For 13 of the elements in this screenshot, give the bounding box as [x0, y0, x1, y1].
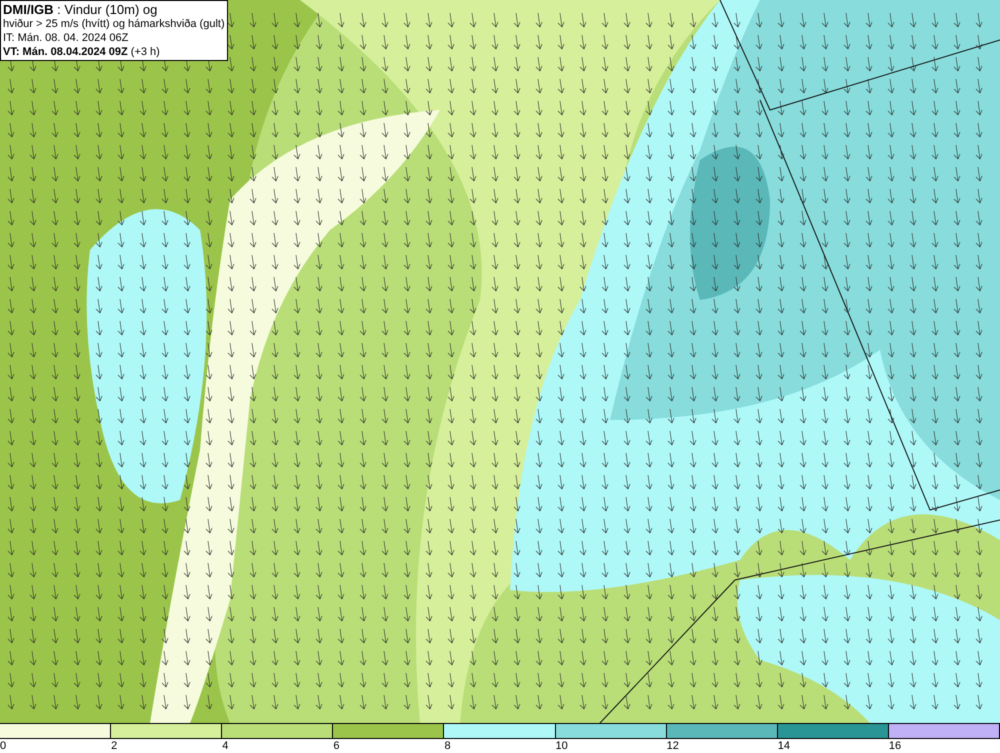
legend-label: 14: [778, 740, 790, 752]
legend-label: 0: [0, 740, 6, 752]
info-text: DMI/IGB : Vindur (10m) og: [3, 2, 158, 17]
legend-label: 2: [111, 740, 118, 752]
info-text: IT: Mán. 08. 04. 2024 06Z: [3, 31, 130, 45]
legend-label: 10: [556, 740, 568, 752]
info-text: VT: Mán. 08.04.2024 09Z (+3 h): [3, 45, 161, 59]
legend-label: 8: [444, 740, 451, 752]
legend-label: 16: [888, 740, 902, 752]
legend-label: 6: [333, 740, 340, 752]
info-text: hviður > 25 m/s (hvítt) og hámarkshviða (gult): [3, 17, 225, 31]
legend-label: 12: [666, 740, 679, 752]
legend-label: 4: [222, 740, 228, 752]
